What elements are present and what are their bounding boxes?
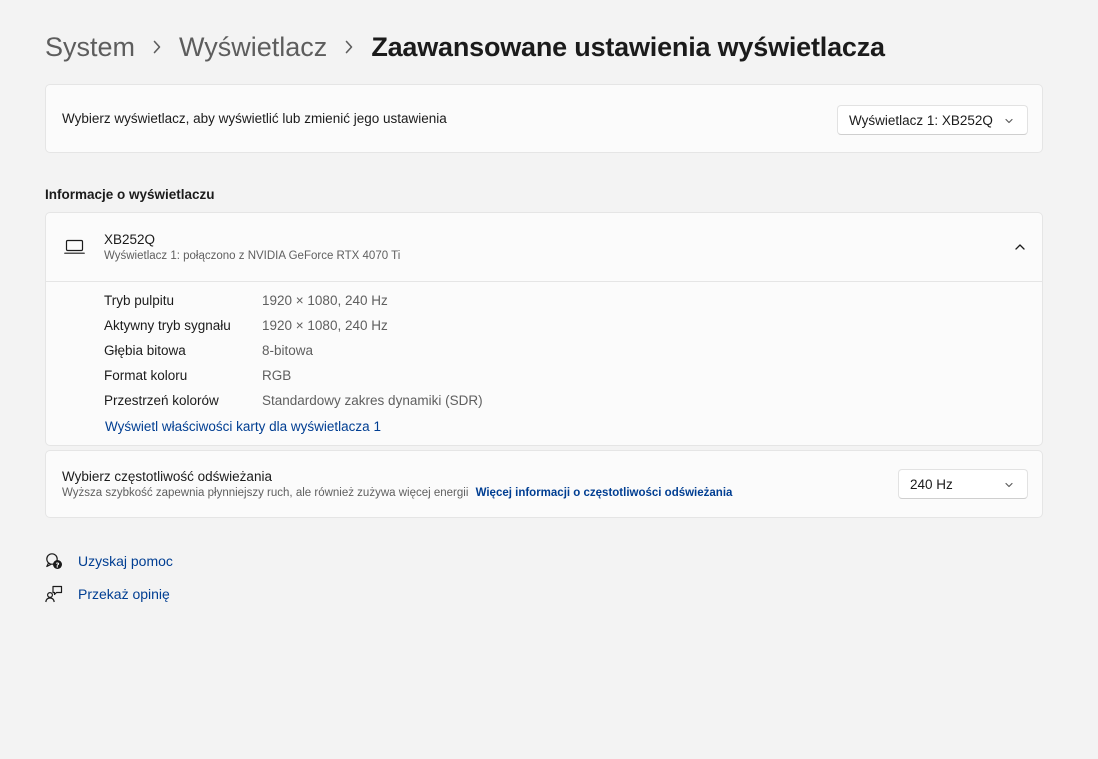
chevron-down-icon xyxy=(1005,118,1013,124)
detail-value-color-space: Standardowy zakres dynamiki (SDR) xyxy=(262,393,483,408)
breadcrumb: System Wyświetlacz Zaawansowane ustawien… xyxy=(45,28,885,66)
chevron-right-icon xyxy=(327,28,371,66)
get-help-link[interactable]: ? Uzyskaj pomoc xyxy=(45,552,173,570)
breadcrumb-item-system[interactable]: System xyxy=(45,28,135,66)
display-select-dropdown[interactable]: Wyświetlacz 1: XB252Q xyxy=(837,105,1028,135)
feedback-icon xyxy=(45,585,63,603)
refresh-rate-description: Wyższa szybkość zapewnia płynniejszy ruc… xyxy=(62,487,469,499)
refresh-rate-value: 240 Hz xyxy=(910,476,953,492)
detail-label-color-format: Format koloru xyxy=(104,368,188,383)
display-select-value: Wyświetlacz 1: XB252Q xyxy=(849,112,993,128)
display-info-card: XB252Q Wyświetlacz 1: połączono z NVIDIA… xyxy=(45,212,1043,446)
detail-value-bit-depth: 8-bitowa xyxy=(262,343,314,358)
display-select-label: Wybierz wyświetlacz, aby wyświetlić lub … xyxy=(62,111,447,126)
divider xyxy=(46,281,1042,282)
give-feedback-link[interactable]: Przekaż opinię xyxy=(45,585,170,603)
detail-label-color-space: Przestrzeń kolorów xyxy=(104,393,219,408)
get-help-label[interactable]: Uzyskaj pomoc xyxy=(78,553,173,569)
detail-value-desktop-mode: 1920 × 1080, 240 Hz xyxy=(262,293,388,308)
give-feedback-label[interactable]: Przekaż opinię xyxy=(78,586,170,602)
detail-label-active-signal-mode: Aktywny tryb sygnału xyxy=(104,318,231,333)
laptop-icon xyxy=(64,239,85,254)
chevron-right-icon xyxy=(135,28,179,66)
display-info-header[interactable]: XB252Q Wyświetlacz 1: połączono z NVIDIA… xyxy=(46,213,1042,281)
detail-label-desktop-mode: Tryb pulpitu xyxy=(104,293,175,308)
section-title-display-info: Informacje o wyświetlaczu xyxy=(45,187,215,202)
svg-text:?: ? xyxy=(55,561,59,569)
breadcrumb-item-display[interactable]: Wyświetlacz xyxy=(179,28,327,66)
page-title: Zaawansowane ustawienia wyświetlacza xyxy=(371,32,885,62)
monitor-name: XB252Q xyxy=(104,232,156,247)
chevron-up-icon[interactable] xyxy=(1013,240,1027,254)
monitor-subtitle: Wyświetlacz 1: połączono z NVIDIA GeForc… xyxy=(104,250,401,262)
detail-label-bit-depth: Głębia bitowa xyxy=(104,343,186,358)
refresh-rate-description-row: Wyższa szybkość zapewnia płynniejszy ruc… xyxy=(62,487,732,499)
detail-value-active-signal-mode: 1920 × 1080, 240 Hz xyxy=(262,318,388,333)
detail-value-color-format: RGB xyxy=(262,368,292,383)
refresh-rate-more-info-link[interactable]: Więcej informacji o częstotliwości odświ… xyxy=(476,487,733,499)
help-icon: ? xyxy=(46,553,62,569)
display-select-card: Wybierz wyświetlacz, aby wyświetlić lub … xyxy=(45,84,1043,153)
refresh-rate-card: Wybierz częstotliwość odświeżania Wyższa… xyxy=(45,450,1043,518)
chevron-down-icon xyxy=(1005,482,1013,488)
adapter-properties-link[interactable]: Wyświetl właściwości karty dla wyświetla… xyxy=(105,418,381,436)
refresh-rate-label: Wybierz częstotliwość odświeżania xyxy=(62,469,272,484)
refresh-rate-dropdown[interactable]: 240 Hz xyxy=(898,469,1028,499)
